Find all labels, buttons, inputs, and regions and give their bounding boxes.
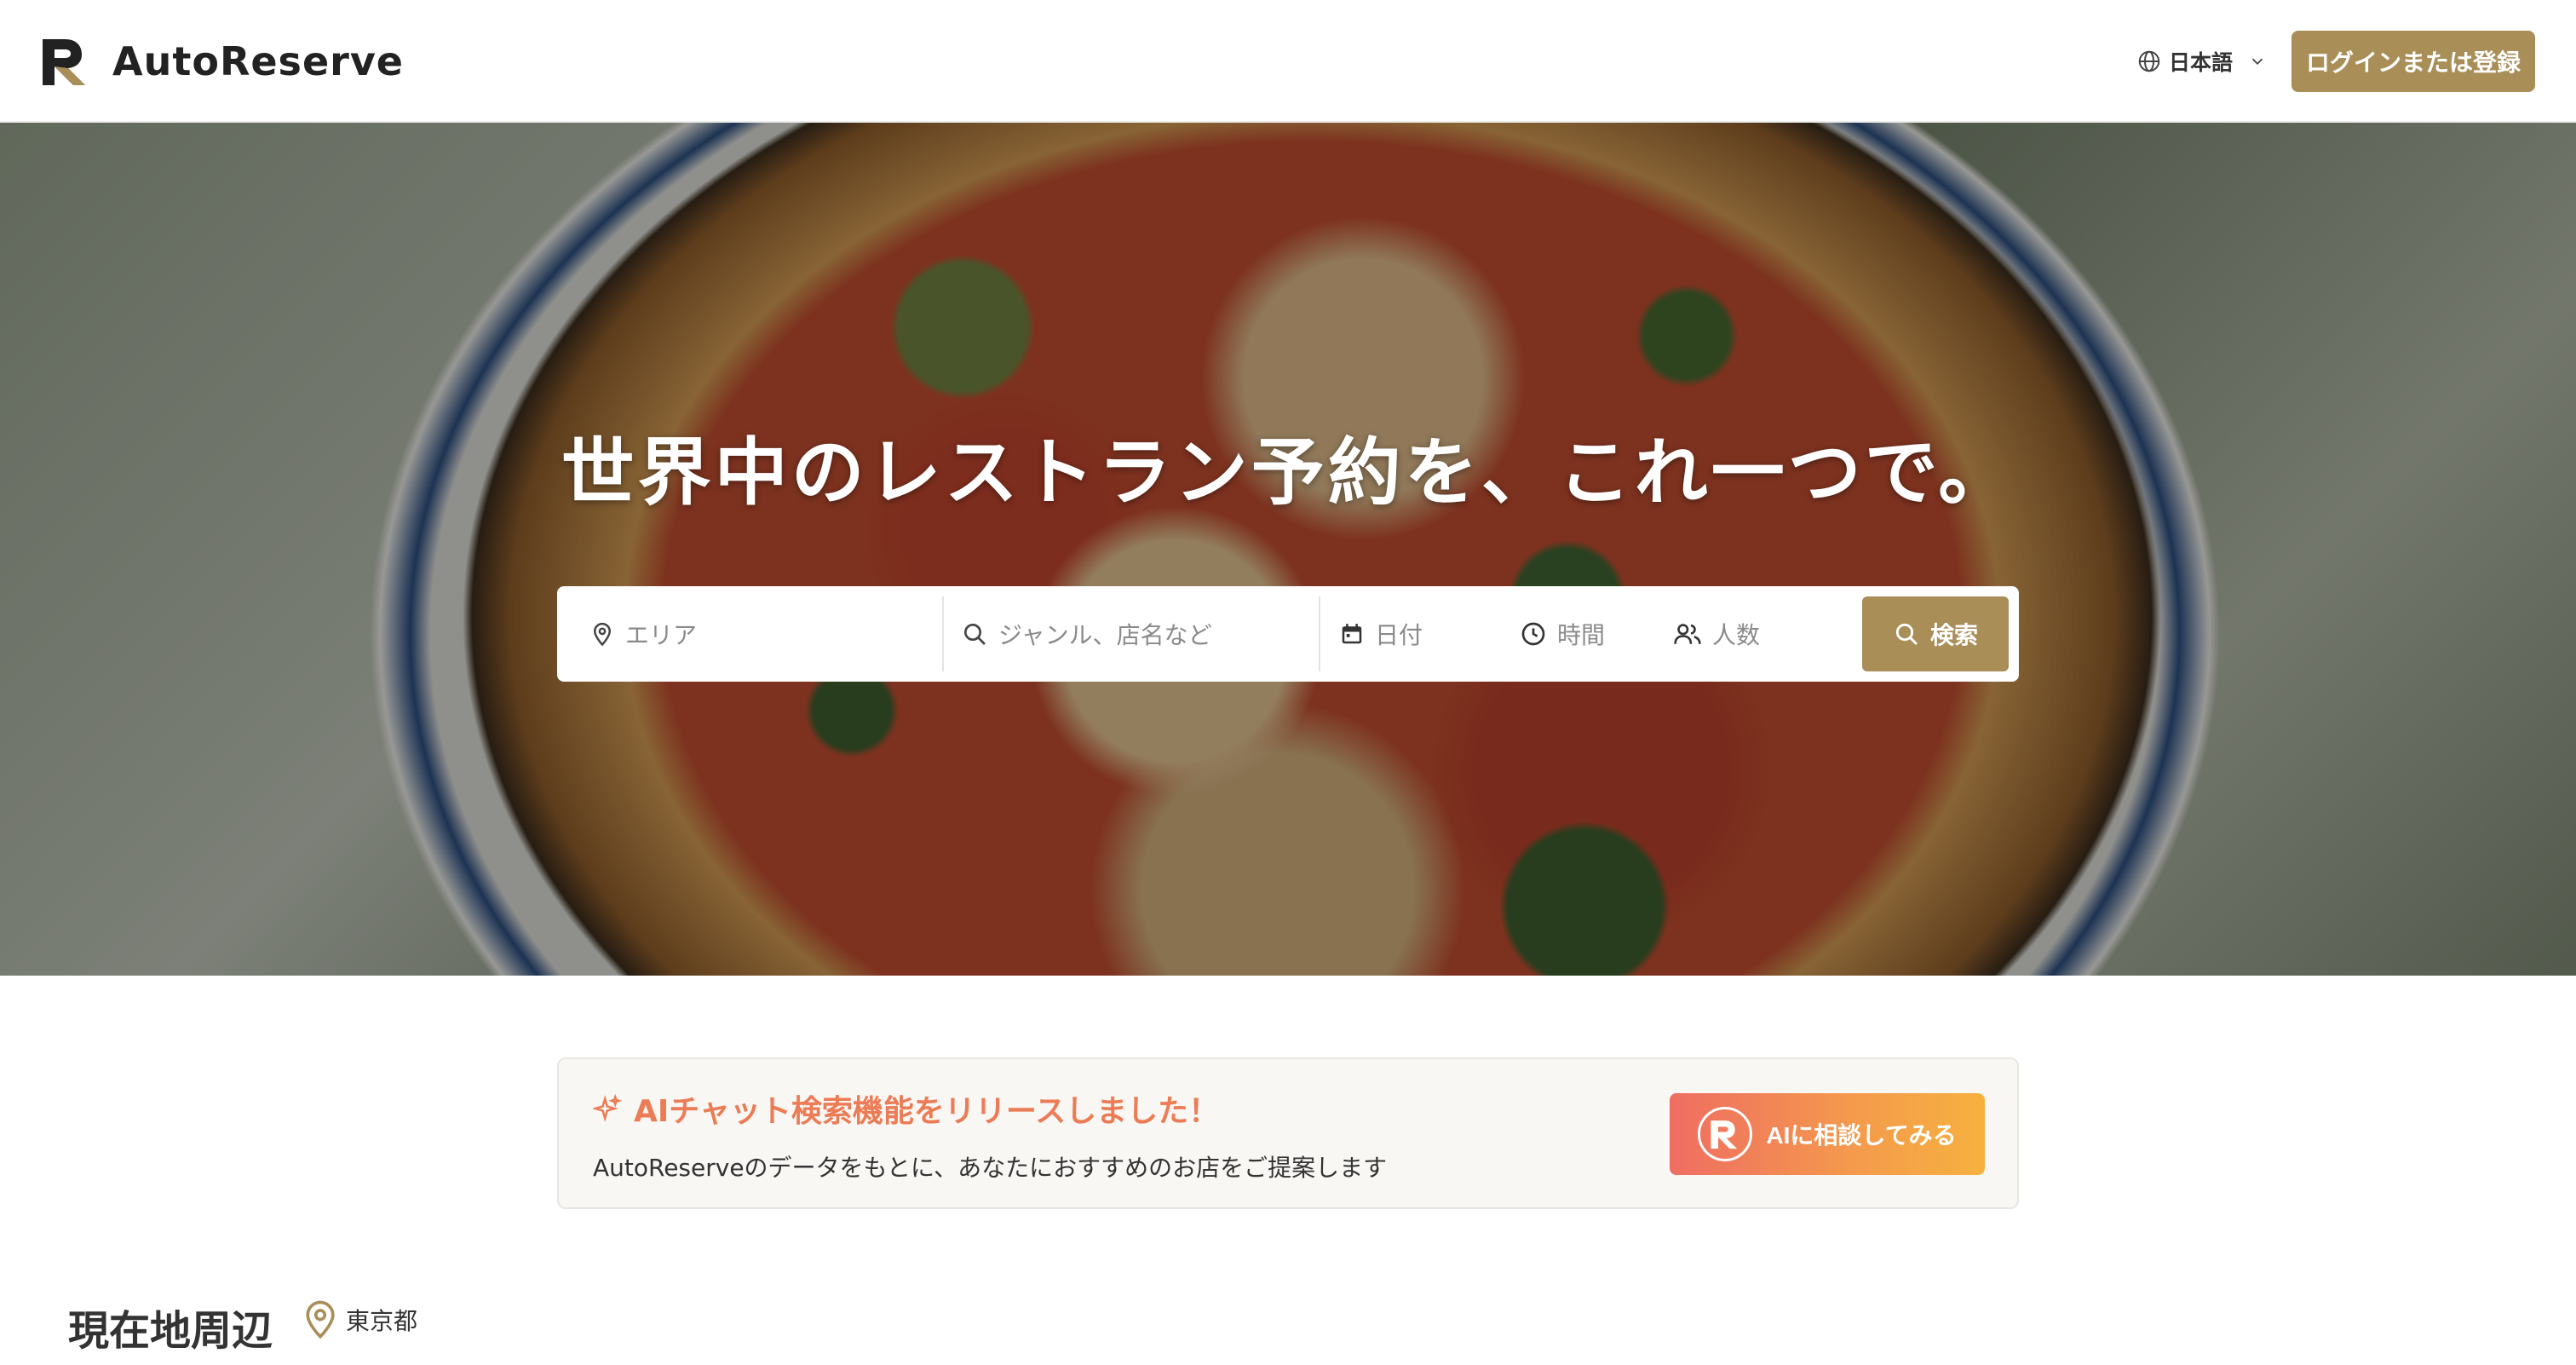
time-placeholder: 時間 (1557, 621, 1606, 649)
clock-icon (1521, 622, 1545, 646)
ai-consult-button[interactable]: AIに相談してみる (1670, 1093, 1985, 1175)
time-picker[interactable]: 時間 (1520, 586, 1673, 682)
keyword-placeholder: ジャンル、店名など (998, 621, 1212, 649)
brand-name: AutoReserve (112, 38, 405, 84)
ai-chat-banner: AIチャット検索機能をリリースしました！ AutoReserveのデータをもとに… (557, 1057, 2019, 1209)
date-placeholder: 日付 (1375, 621, 1423, 649)
header: AutoReserve 日本語 ログインまたは登録 (0, 0, 2576, 123)
search-button-label: 検索 (1929, 622, 1978, 648)
ai-banner-title-text: AIチャット検索機能をリリースしました！ (634, 1094, 1220, 1129)
search-divider (942, 596, 944, 671)
chevron-down-icon (2251, 58, 2263, 66)
brand-logo[interactable]: AutoReserve (39, 36, 404, 87)
globe-icon (2138, 50, 2160, 72)
language-label: 日本語 (2169, 50, 2234, 75)
genre-keyword-input[interactable]: ジャンル、店名など (961, 586, 1310, 682)
area-placeholder: エリア (625, 621, 698, 649)
ai-consult-label: AIに相談してみる (1766, 1122, 1957, 1149)
area-input[interactable]: エリア (589, 586, 930, 682)
search-icon (1895, 623, 1918, 646)
hero-title: 世界中のレストラン予約を、これ一つで。 (561, 430, 2015, 515)
location-pin-icon (306, 1300, 335, 1339)
autoreserve-logo-icon (43, 39, 85, 85)
search-bar: エリア ジャンル、店名など 日付 時間 人数 検索 (557, 586, 2019, 682)
search-icon (964, 624, 986, 645)
sparkle-icon (593, 1094, 622, 1122)
login-or-register-button[interactable]: ログインまたは登録 (2291, 31, 2535, 92)
people-icon (1674, 624, 1701, 644)
date-picker[interactable]: 日付 (1339, 586, 1492, 682)
party-size-picker[interactable]: 人数 (1673, 586, 1843, 682)
nearby-section-title: 現在地周辺 (68, 1307, 273, 1355)
people-placeholder: 人数 (1712, 621, 1761, 649)
language-selector[interactable]: 日本語 (2136, 44, 2274, 78)
search-button[interactable]: 検索 (1862, 596, 2009, 671)
location-pin-icon (593, 622, 612, 647)
search-divider (1319, 596, 1320, 671)
calendar-icon (1342, 624, 1362, 644)
hero-section: 世界中のレストラン予約を、これ一つで。 エリア ジャンル、店名など 日付 時間 … (0, 123, 2576, 976)
current-location[interactable]: 東京都 (303, 1300, 417, 1339)
ai-assistant-avatar-icon (1698, 1107, 1753, 1161)
ai-banner-description: AutoReserveのデータをもとに、あなたにおすすめのお店をご提案します (593, 1154, 1388, 1182)
location-label: 東京都 (346, 1307, 418, 1335)
ai-banner-title: AIチャット検索機能をリリースしました！ (593, 1086, 1219, 1131)
